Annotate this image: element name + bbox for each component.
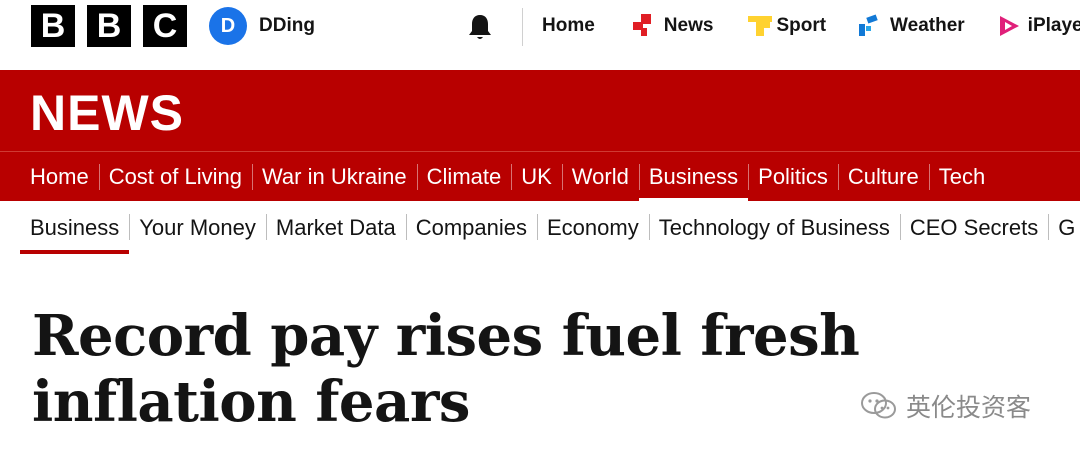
bbc-logo[interactable]: B B C [31, 5, 187, 47]
news-masthead: NEWS [0, 70, 1080, 151]
wechat-icon [861, 392, 896, 419]
topnav-label: iPlayer [1027, 15, 1080, 36]
sub-nav-item-business[interactable]: Business [20, 201, 130, 254]
iplayer-icon [999, 16, 1019, 36]
news-nav-item-politics[interactable]: Politics [748, 152, 838, 202]
avatar: D [209, 7, 247, 45]
sport-icon [748, 16, 773, 36]
topnav-news[interactable]: News [632, 14, 714, 38]
news-nav-item-war-in-ukraine[interactable]: War in Ukraine [251, 152, 417, 202]
news-nav-list: Home Cost of Living War in Ukraine Clima… [20, 152, 995, 203]
sub-nav-item-economy[interactable]: Economy [537, 201, 649, 254]
section-title[interactable]: NEWS [30, 84, 184, 142]
news-nav-item-climate[interactable]: Climate [416, 152, 512, 202]
sub-nav-list: Business Your Money Market Data Companie… [20, 201, 1080, 254]
news-nav-item-business[interactable]: Business [638, 152, 749, 203]
bbc-logo-letter: C [143, 5, 187, 47]
news-nav-item-uk[interactable]: UK [511, 152, 562, 202]
business-subnav: Business Your Money Market Data Companie… [0, 201, 1080, 254]
topnav-label: Home [542, 15, 595, 36]
sub-nav-item-your-money[interactable]: Your Money [129, 201, 266, 254]
news-icon [632, 14, 651, 36]
watermark: 英伦投资客 [860, 388, 1031, 424]
sub-nav-item-truncated[interactable]: G [1048, 201, 1080, 254]
topnav-weather[interactable]: Weather [859, 14, 965, 38]
news-nav-item-culture[interactable]: Culture [837, 152, 929, 202]
global-header: B B C D DDing Home News Sport Weather iP… [0, 0, 1080, 70]
topnav-label: Weather [890, 15, 965, 36]
topnav-sport[interactable]: Sport [748, 14, 826, 38]
sub-nav-item-technology-of-business[interactable]: Technology of Business [648, 201, 900, 254]
topnav-label: News [663, 15, 714, 36]
news-nav-item-tech[interactable]: Tech [928, 152, 995, 202]
watermark-text: 英伦投资客 [906, 394, 1032, 422]
news-nav-item-world[interactable]: World [561, 152, 639, 202]
bbc-logo-letter: B [87, 5, 131, 47]
account-name: DDing [259, 15, 315, 36]
topnav-label: Sport [776, 15, 827, 36]
news-nav: Home Cost of Living War in Ukraine Clima… [0, 151, 1080, 203]
bell-icon[interactable] [465, 12, 495, 42]
news-nav-item-cost-of-living[interactable]: Cost of Living [98, 152, 252, 202]
sub-nav-item-companies[interactable]: Companies [405, 201, 537, 254]
account-link[interactable]: D DDing [209, 7, 315, 45]
global-nav: Home News Sport Weather iPlaye [542, 0, 1080, 52]
bbc-logo-letter: B [31, 5, 75, 47]
sub-nav-item-market-data[interactable]: Market Data [265, 201, 406, 254]
sub-nav-item-ceo-secrets[interactable]: CEO Secrets [899, 201, 1048, 254]
news-nav-item-home[interactable]: Home [20, 152, 99, 202]
header-divider [522, 8, 523, 46]
topnav-home[interactable]: Home [542, 15, 595, 37]
topnav-iplayer[interactable]: iPlayer [997, 14, 1080, 38]
weather-icon [859, 14, 878, 36]
